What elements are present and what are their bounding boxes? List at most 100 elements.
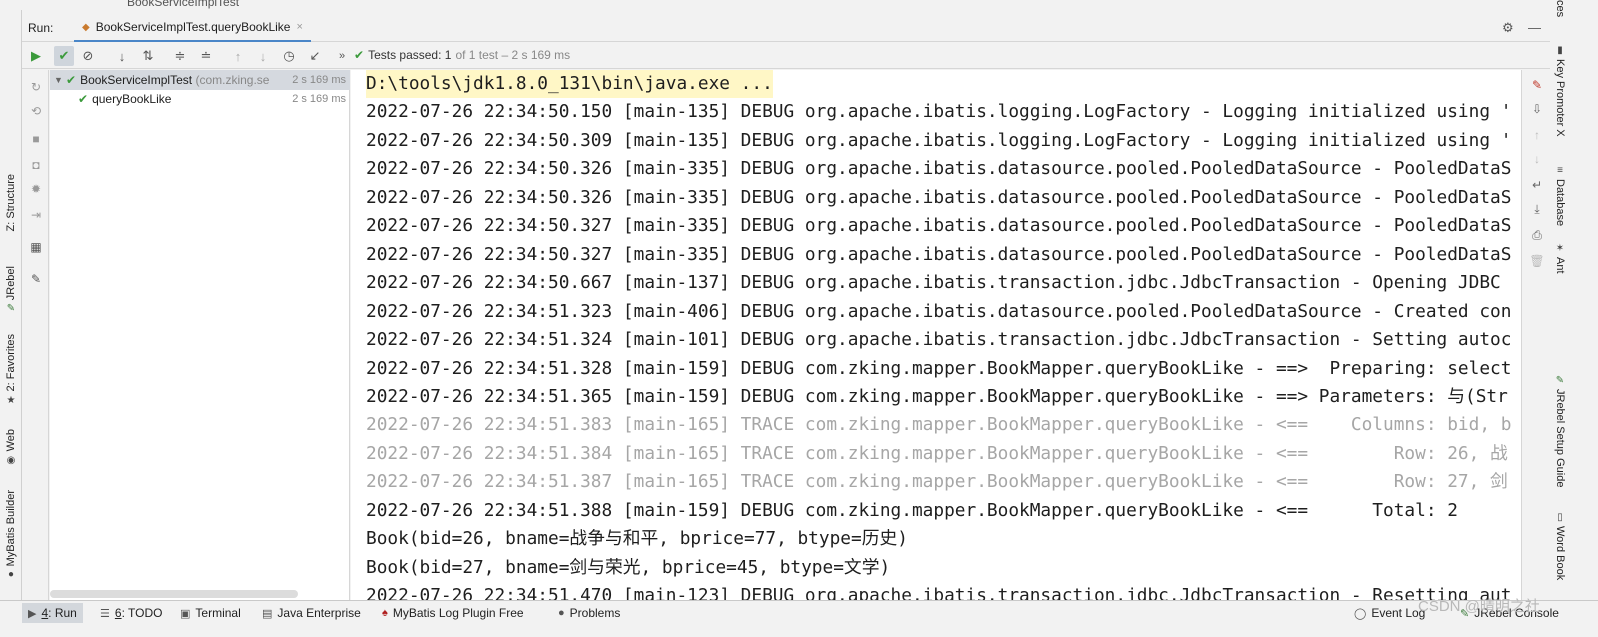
ide-window: BookServiceImplTest Z: Structure JRebel …	[0, 0, 1598, 637]
pin-icon[interactable]: ✎	[27, 270, 45, 288]
more-icon[interactable]: »	[332, 46, 352, 66]
mybatis-bird-icon: ♠	[382, 607, 388, 619]
problems-icon: ●	[558, 607, 565, 619]
tool-tab-jrebel[interactable]: JRebel ✎	[0, 260, 22, 320]
tool-tab-web[interactable]: Web ◉	[0, 425, 22, 470]
rerun-failed-icon[interactable]: ↻	[27, 78, 45, 96]
console-log-line: 2022-07-26 22:34:50.326 [main-335] DEBUG…	[366, 158, 1512, 179]
pass-check-icon: ✔	[354, 48, 365, 62]
test-method-name: queryBookLike	[92, 92, 172, 106]
test-tree-root[interactable]: ▼ ✔ BookServiceImplTest (com.zking.se 2 …	[50, 70, 350, 90]
run-tab[interactable]: ◆ BookServiceImplTest.queryBookLike ×	[74, 14, 311, 42]
import-tests-icon[interactable]: ↙	[305, 46, 325, 66]
toggle-auto-test-icon[interactable]: ⟲	[27, 102, 45, 120]
test-class-name: BookServiceImplTest	[80, 73, 193, 87]
tool-tab-word-book[interactable]: ▯ Word Book	[1552, 512, 1568, 592]
console-log-line: 2022-07-26 22:34:51.328 [main-159] DEBUG…	[366, 358, 1512, 379]
show-ignored-icon[interactable]: ⊘	[78, 46, 98, 66]
bottom-tool-bar: ▶ 4: Run ☰ 6: TODO ▣ Terminal ▤ Java Ent…	[0, 598, 1598, 637]
bottom-tab-java-enterprise[interactable]: ▤ Java Enterprise	[256, 603, 367, 623]
sort-duration-icon[interactable]: ⇅	[138, 46, 158, 66]
layout-icon[interactable]: ▦	[27, 238, 45, 256]
bottom-tab-todo[interactable]: ☰ 6: TODO	[94, 603, 168, 623]
debug-icon[interactable]: ✹	[27, 180, 45, 198]
gear-icon[interactable]: ⚙	[1502, 20, 1514, 36]
scroll-to-end-icon[interactable]: ⤓	[1528, 200, 1546, 218]
collapse-all-icon[interactable]: ≐	[196, 46, 216, 66]
bottom-tab-problems-label: Problems	[569, 606, 621, 620]
run-side-toolbar: ↻ ⟲ ■ ◘ ✹ ⇥ ▦ ✎	[22, 70, 49, 600]
history-icon[interactable]: ◷	[279, 46, 299, 66]
globe-icon: ◉	[6, 454, 16, 466]
jrebel-icon: ✎	[6, 303, 16, 315]
test-class-package: (com.zking.se	[195, 73, 270, 87]
tool-tab-web-label: Web	[5, 429, 17, 452]
tool-tab-favorites-label: 2: Favorites	[5, 334, 17, 392]
console-trace-line: 2022-07-26 22:34:51.387 [main-165] TRACE…	[366, 471, 1508, 492]
bottom-tab-run-num: 4	[41, 606, 49, 620]
exit-icon[interactable]: ⇥	[27, 206, 45, 224]
breadcrumb: BookServiceImplTest	[0, 0, 1598, 10]
pencil-icon[interactable]: ✎	[1528, 76, 1546, 94]
test-tree: ▼ ✔ BookServiceImplTest (com.zking.se 2 …	[50, 70, 350, 600]
stop-icon[interactable]: ■	[27, 130, 45, 148]
status-passed: Tests passed: 1	[368, 48, 452, 62]
chevron-down-icon[interactable]: ▼	[54, 75, 66, 85]
bottom-tab-terminal[interactable]: ▣ Terminal	[174, 603, 247, 623]
console-log-line: 2022-07-26 22:34:51.323 [main-406] DEBUG…	[366, 301, 1512, 322]
bottom-tab-mybatis-log-label: MyBatis Log Plugin Free	[392, 606, 524, 620]
test-status: ✔ Tests passed: 1 of 1 test – 2 s 169 ms	[354, 48, 570, 62]
console-output[interactable]: D:\tools\jdk1.8.0_131\bin\java.exe ... 2…	[351, 70, 1521, 600]
test-tree-child[interactable]: ✔ queryBookLike 2 s 169 ms	[50, 89, 350, 109]
tool-tab-word-book-label: Word Book	[1554, 526, 1566, 581]
database-icon: ≡	[1557, 165, 1563, 176]
minimize-icon[interactable]: —	[1528, 20, 1541, 35]
console-trace-line: 2022-07-26 22:34:51.383 [main-165] TRACE…	[366, 414, 1512, 435]
tool-tab-database[interactable]: ≡ Database	[1552, 165, 1568, 235]
list-icon: ☰	[100, 607, 110, 620]
tree-horizontal-scrollbar[interactable]	[50, 590, 298, 598]
passed-icon: ✔	[78, 92, 89, 106]
tool-tab-jrebel-setup[interactable]: ✎ JRebel Setup Guide	[1552, 375, 1568, 495]
bottom-tab-run[interactable]: ▶ 4: Run	[22, 603, 83, 623]
expand-all-icon[interactable]: ≑	[170, 46, 190, 66]
tool-tab-key-promoter[interactable]: ▮ Key Promoter X	[1552, 45, 1568, 145]
jrebel-setup-icon: ✎	[1555, 375, 1565, 386]
tool-tab-jrebel-setup-label: JRebel Setup Guide	[1554, 389, 1566, 488]
soft-wrap-icon[interactable]: ↵	[1528, 176, 1546, 194]
previous-test-icon[interactable]: ↑	[228, 46, 248, 66]
up-arrow-icon[interactable]: ↑	[1528, 126, 1546, 144]
console-total-line: 2022-07-26 22:34:51.388 [main-159] DEBUG…	[366, 500, 1458, 521]
tool-tab-jrebel-label: JRebel	[5, 265, 17, 301]
close-icon[interactable]: ×	[296, 21, 302, 33]
bottom-tab-mybatis-log[interactable]: ♠ MyBatis Log Plugin Free	[376, 603, 530, 623]
console-log-line: 2022-07-26 22:34:50.309 [main-135] DEBUG…	[366, 130, 1512, 151]
console-log-line: 2022-07-26 22:34:50.327 [main-335] DEBUG…	[366, 215, 1512, 236]
print-icon[interactable]: ⎙	[1528, 226, 1546, 244]
sort-alpha-icon[interactable]: ↓	[112, 46, 132, 66]
tool-tab-structure[interactable]: Z: Structure	[0, 160, 22, 245]
terminal-icon: ▣	[180, 607, 191, 620]
show-passed-icon[interactable]: ✔	[54, 46, 74, 66]
next-test-icon[interactable]: ↓	[253, 46, 273, 66]
key-promoter-icon: ▮	[1557, 45, 1563, 56]
star-icon: ★	[6, 394, 16, 406]
bottom-tab-run-label: : Run	[48, 606, 77, 620]
tool-tab-favorites[interactable]: 2: Favorites ★	[0, 330, 22, 410]
test-config-icon: ◆	[82, 21, 90, 33]
down-arrow-icon[interactable]: ↓	[1528, 150, 1546, 168]
test-method-time: 2 s 169 ms	[292, 93, 346, 105]
bottom-tab-problems[interactable]: ● Problems	[552, 603, 626, 623]
camera-icon[interactable]: ◘	[27, 156, 45, 174]
rerun-icon[interactable]: ▶	[26, 46, 46, 66]
trash-icon[interactable]: 🗑	[1528, 252, 1546, 270]
console-command-line: D:\tools\jdk1.8.0_131\bin\java.exe ...	[366, 70, 773, 98]
sort-icon[interactable]: ⇩	[1528, 100, 1546, 118]
tool-tab-mybatis-builder[interactable]: MyBatis Builder ●	[0, 485, 22, 585]
tool-tab-ant[interactable]: ✶ Ant	[1552, 243, 1568, 283]
bottom-tab-todo-num: 6	[114, 606, 122, 620]
tool-tab-ant-label: Ant	[1554, 257, 1566, 274]
console-log-line: 2022-07-26 22:34:51.470 [main-123] DEBUG…	[366, 585, 1512, 600]
console-trace-line: 2022-07-26 22:34:51.384 [main-165] TRACE…	[366, 443, 1508, 464]
tool-tab-top-clip[interactable]: ces	[1552, 0, 1568, 18]
